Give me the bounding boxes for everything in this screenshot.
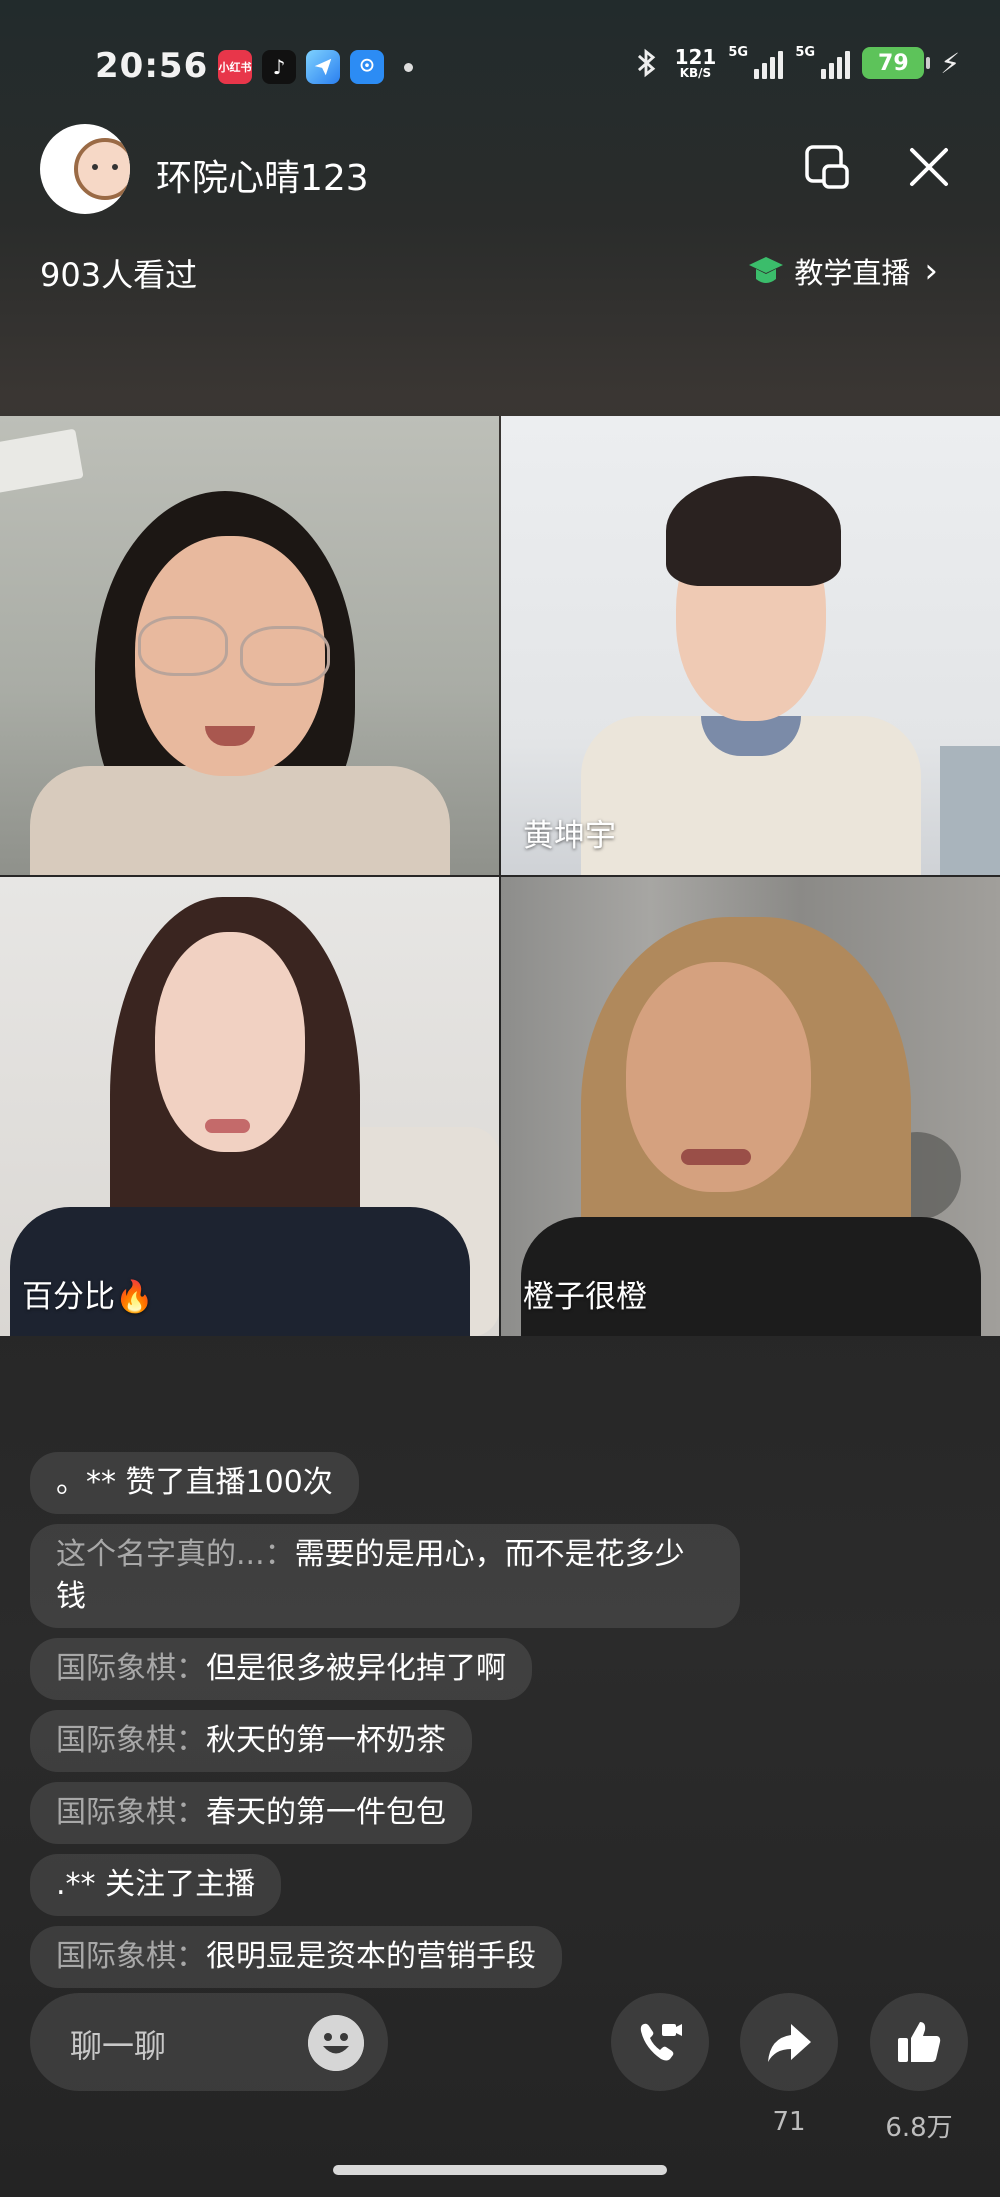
signal-icon-2: 5G [795, 45, 851, 79]
chat-user: 国际象棋： [56, 1651, 206, 1686]
signal-icon: 5G [728, 45, 784, 79]
chat-message[interactable]: 这个名字真的...：需要的是用心，而不是花多少钱 [30, 1524, 740, 1628]
video-grid: 黄坤宇 百分比🔥 橙子很橙 [0, 416, 1000, 1336]
host-avatar[interactable] [40, 124, 130, 214]
phone-video-icon [640, 2023, 682, 2061]
chevron-right-icon: › [924, 251, 938, 291]
emoji-icon[interactable] [308, 2015, 364, 2071]
chat-list: 。** 赞了直播100次 这个名字真的...：需要的是用心，而不是花多少钱 国际… [30, 1452, 830, 1998]
participant-name-4: 橙子很橙 [523, 1279, 647, 1315]
participant-name-3: 百分比🔥 [22, 1279, 154, 1315]
share-count: 71 [772, 2107, 806, 2137]
status-bar: 20:56 小红书 ♪ 121 KB/S 5G 5G 79 ⚡ [0, 0, 1000, 135]
room-title[interactable]: 环院心晴123 [156, 149, 369, 201]
air-conditioner [0, 428, 84, 494]
network-speed: 121 KB/S [675, 47, 717, 79]
home-indicator[interactable] [333, 2165, 667, 2175]
chat-user: 这个名字真的...： [56, 1537, 295, 1572]
video-tile-participant-2[interactable]: 黄坤宇 [501, 416, 1000, 875]
chat-input[interactable]: 聊一聊 [30, 1993, 388, 2091]
video-tile-participant-3[interactable]: 百分比🔥 [0, 877, 499, 1336]
close-icon[interactable] [906, 144, 952, 190]
chat-message[interactable]: 国际象棋：秋天的第一杯奶茶 [30, 1710, 472, 1772]
live-type-tag[interactable]: 教学直播 › [748, 250, 938, 292]
participant-name-2: 黄坤宇 [523, 818, 616, 854]
like-button[interactable] [870, 1993, 968, 2091]
floating-window-icon[interactable] [804, 144, 850, 190]
network-speed-value: 121 [674, 45, 717, 69]
chat-text: 。** 赞了直播100次 [56, 1465, 333, 1500]
chat-user: 国际象棋： [56, 1723, 206, 1758]
chat-message[interactable]: 国际象棋：很明显是资本的营销手段 [30, 1926, 562, 1988]
chat-text: .** 关注了主播 [56, 1867, 256, 1902]
video-call-button[interactable] [611, 1993, 709, 2091]
share-button[interactable] [740, 1993, 838, 2091]
chat-text: 春天的第一件包包 [206, 1795, 446, 1830]
video-tile-host[interactable] [0, 416, 499, 875]
chat-user: 国际象棋： [56, 1939, 206, 1974]
chat-message[interactable]: 国际象棋：但是很多被异化掉了啊 [30, 1638, 532, 1700]
chat-text: 很明显是资本的营销手段 [206, 1939, 536, 1974]
chat-message[interactable]: .** 关注了主播 [30, 1854, 282, 1916]
viewer-count: 903人看过 [40, 256, 198, 294]
video-tile-participant-4[interactable]: 橙子很橙 [501, 877, 1000, 1336]
chat-text: 但是很多被异化掉了啊 [206, 1651, 506, 1686]
clock: 20:56 [95, 46, 209, 86]
chat-input-placeholder: 聊一聊 [70, 2027, 167, 2065]
more-notifications-dot [404, 62, 413, 72]
share-arrow-icon [768, 2024, 811, 2062]
thumbs-up-icon [898, 2022, 941, 2062]
graduation-cap-icon [749, 257, 784, 283]
system-indicators: 121 KB/S 5G 5G 79 ⚡ [629, 45, 960, 80]
signal-label: 5G [728, 45, 749, 60]
douyin-icon: ♪ [262, 50, 296, 84]
notification-icons: 小红书 ♪ [218, 50, 413, 84]
live-type-label: 教学直播 [794, 256, 911, 290]
network-speed-unit: KB/S [679, 66, 712, 80]
bluetooth-icon [637, 48, 655, 78]
chat-message[interactable]: 。** 赞了直播100次 [30, 1452, 359, 1514]
traffic-icon [350, 50, 384, 84]
signal-label-2: 5G [795, 45, 816, 60]
charging-icon: ⚡ [940, 46, 960, 80]
chat-text: 秋天的第一杯奶茶 [206, 1723, 446, 1758]
telegram-icon [306, 50, 340, 84]
like-count: 6.8万 [885, 2113, 953, 2143]
chat-user: 国际象棋： [56, 1795, 206, 1830]
xiaohongshu-icon: 小红书 [218, 50, 252, 84]
battery-icon: 79 [862, 47, 931, 79]
battery-level: 79 [878, 50, 909, 76]
chat-message[interactable]: 国际象棋：春天的第一件包包 [30, 1782, 472, 1844]
